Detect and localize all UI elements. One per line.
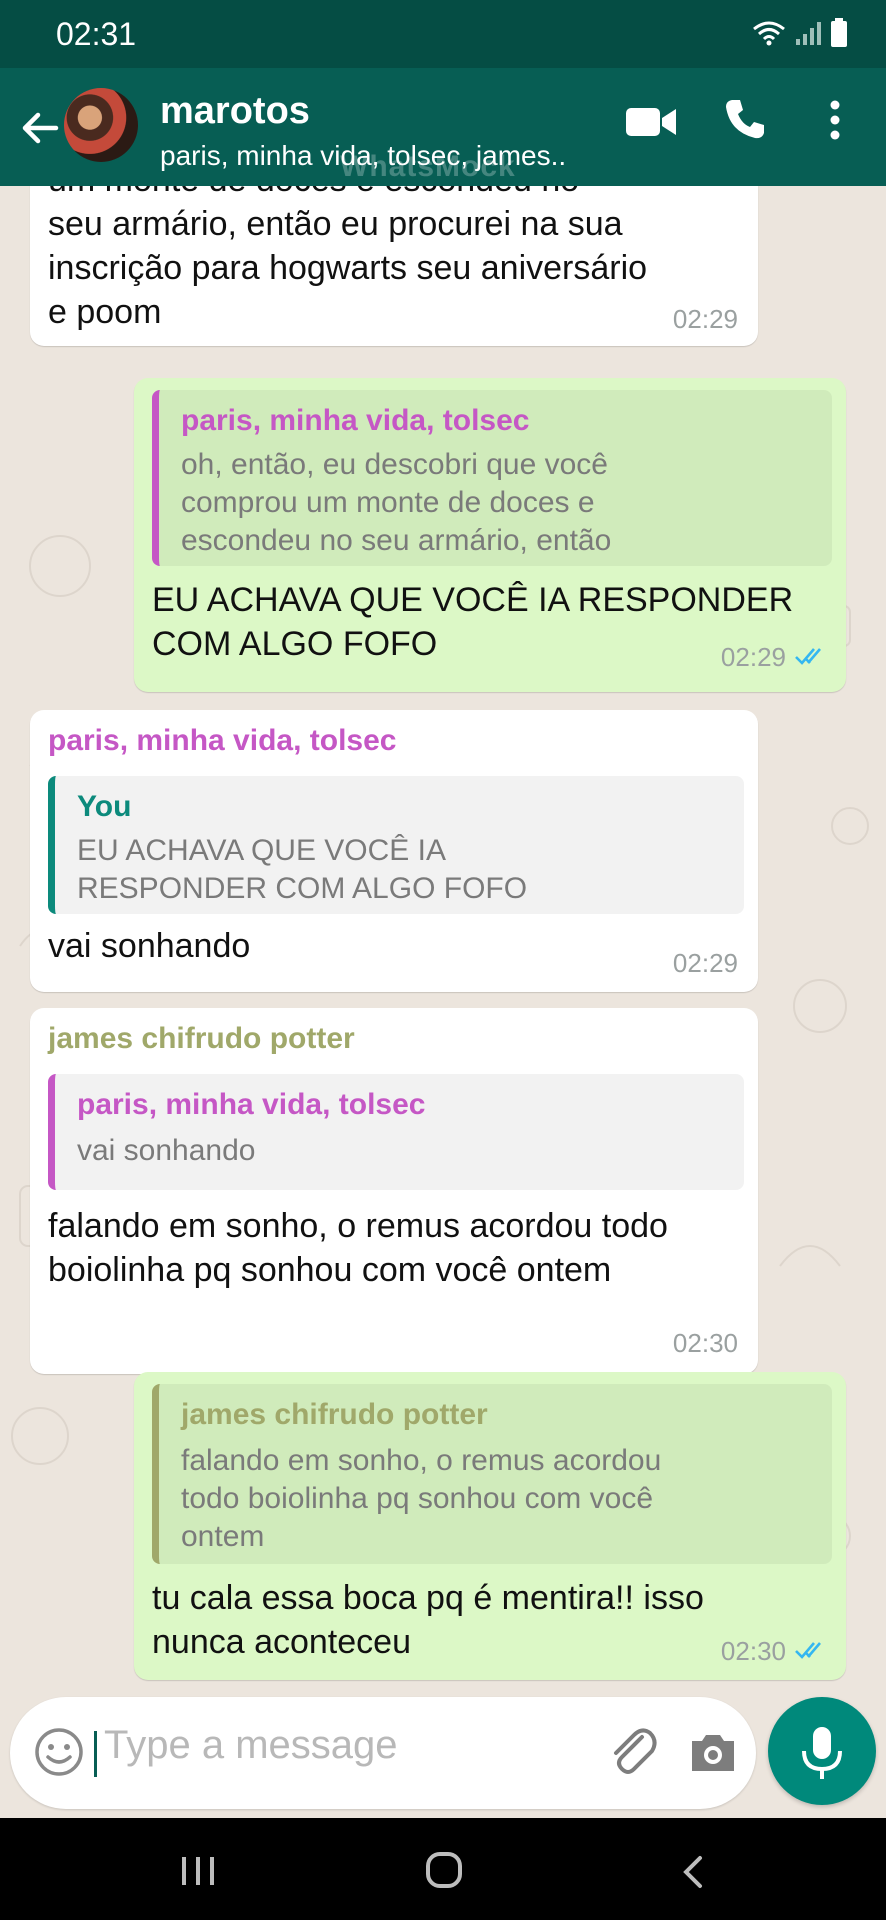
quoted-text: oh, então, eu descobri que você comprou … — [181, 448, 612, 557]
message-text: um monte de doces e escondeu no seu armá… — [48, 186, 648, 331]
message-bubble-outgoing[interactable]: paris, minha vida, tolsec oh, então, eu … — [134, 378, 846, 692]
quoted-sender: james chifrudo potter — [181, 1398, 488, 1431]
home-nav-icon[interactable] — [424, 1850, 464, 1890]
quoted-text: vai sonhando — [77, 1134, 256, 1167]
recents-nav-icon[interactable] — [178, 1854, 218, 1888]
voice-call-icon[interactable] — [722, 96, 768, 142]
message-sender: james chifrudo potter — [48, 1022, 355, 1055]
quoted-message[interactable]: james chifrudo potter falando em sonho, … — [152, 1384, 832, 1564]
quoted-sender: paris, minha vida, tolsec — [181, 404, 530, 437]
message-time: 02:29 — [672, 948, 738, 978]
message-time: 02:30 — [720, 1636, 786, 1666]
read-ticks-icon — [795, 648, 821, 665]
quoted-message[interactable]: paris, minha vida, tolsec oh, então, eu … — [152, 390, 832, 566]
camera-icon[interactable] — [688, 1727, 738, 1777]
quoted-message[interactable]: You EU ACHAVA QUE VOCÊ IA RESPONDER COM … — [48, 776, 744, 914]
back-arrow-icon[interactable] — [16, 104, 64, 152]
chat-area[interactable]: um monte de doces e escondeu no seu armá… — [0, 186, 886, 1686]
system-nav-bar — [0, 1818, 886, 1920]
message-time: 02:29 — [720, 642, 786, 672]
message-bubble-outgoing[interactable]: james chifrudo potter falando em sonho, … — [134, 1372, 846, 1680]
read-ticks-icon — [795, 1642, 821, 1659]
battery-icon — [831, 18, 847, 47]
message-sender: paris, minha vida, tolsec — [48, 724, 397, 757]
group-avatar[interactable] — [64, 88, 138, 162]
attach-icon[interactable] — [604, 1723, 660, 1779]
app-watermark: WhatsMock — [340, 150, 516, 183]
emoji-icon[interactable] — [32, 1725, 86, 1779]
message-text: vai sonhando — [48, 927, 251, 965]
more-options-icon[interactable] — [828, 98, 842, 142]
mic-icon — [802, 1727, 842, 1779]
quoted-message[interactable]: paris, minha vida, tolsec vai sonhando — [48, 1074, 744, 1190]
status-time: 02:31 — [56, 16, 137, 52]
signal-icon — [796, 22, 821, 45]
message-bubble-incoming[interactable]: um monte de doces e escondeu no seu armá… — [30, 186, 758, 346]
message-time: 02:29 — [672, 304, 738, 334]
quoted-sender: You — [77, 790, 132, 823]
status-icons — [752, 18, 848, 48]
video-call-icon[interactable] — [624, 104, 678, 140]
quoted-sender: paris, minha vida, tolsec — [77, 1088, 426, 1121]
message-bubble-incoming[interactable]: james chifrudo potter paris, minha vida,… — [30, 1008, 758, 1374]
message-time: 02:30 — [672, 1328, 738, 1358]
message-input-bar[interactable]: Type a message — [10, 1697, 756, 1809]
text-caret — [94, 1731, 97, 1777]
wifi-icon — [753, 21, 785, 46]
voice-message-button[interactable] — [768, 1697, 876, 1805]
message-text: falando em sonho, o remus acordou todo b… — [48, 1207, 668, 1289]
quoted-text: EU ACHAVA QUE VOCÊ IA RESPONDER COM ALGO… — [77, 834, 528, 905]
back-nav-icon[interactable] — [678, 1854, 708, 1890]
quoted-text: falando em sonho, o remus acordou todo b… — [181, 1444, 662, 1553]
message-bubble-incoming[interactable]: paris, minha vida, tolsec You EU ACHAVA … — [30, 710, 758, 992]
chat-title[interactable]: marotos — [160, 90, 310, 133]
message-input[interactable]: Type a message — [104, 1723, 398, 1768]
status-bar: 02:31 — [0, 0, 886, 68]
